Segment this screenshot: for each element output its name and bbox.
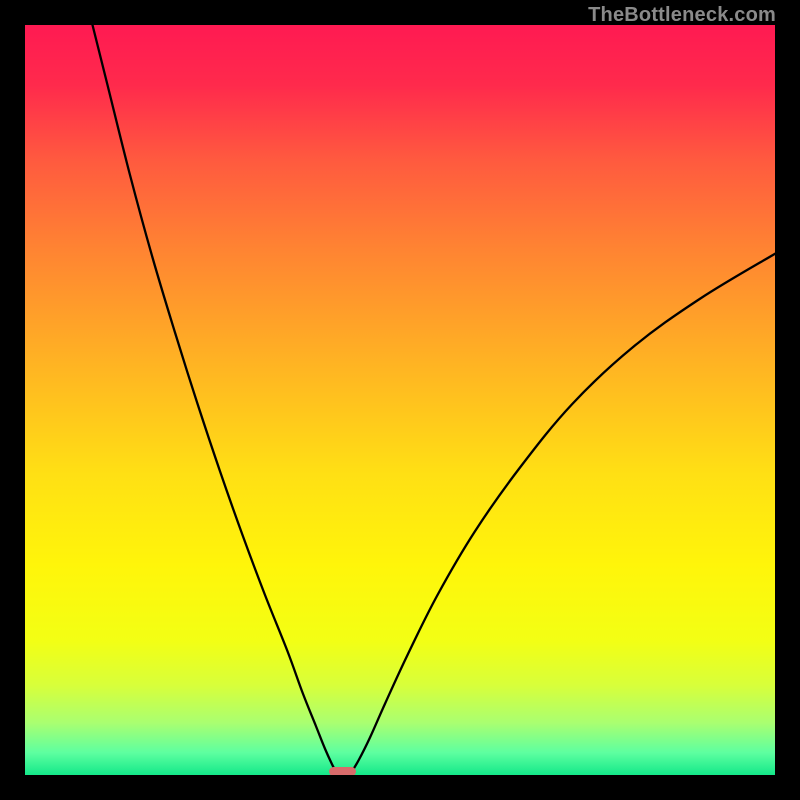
plot-area <box>25 25 775 775</box>
watermark-text: TheBottleneck.com <box>588 4 776 27</box>
minimum-marker <box>329 767 356 775</box>
bottleneck-curve <box>25 25 775 775</box>
curve-right <box>350 254 775 775</box>
curve-left <box>93 25 338 775</box>
chart-frame: TheBottleneck.com <box>0 0 800 800</box>
